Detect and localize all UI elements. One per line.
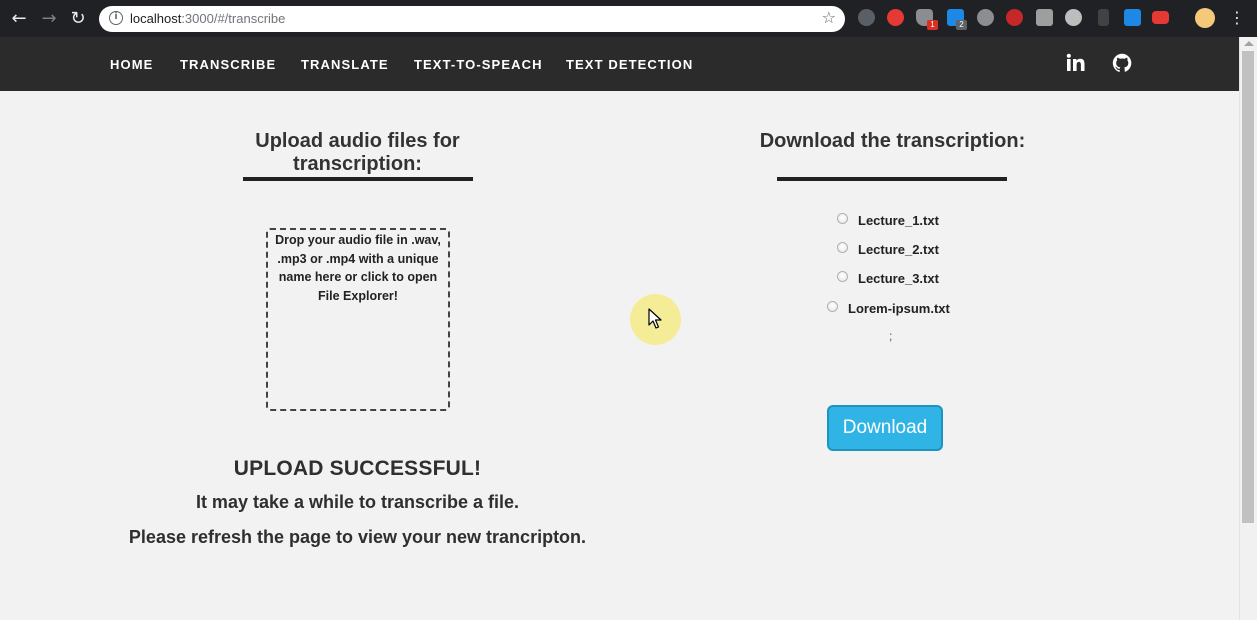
window-extension-icon[interactable] [1036,9,1053,26]
profile-avatar-icon[interactable] [1195,8,1215,28]
linkedin-icon[interactable] [1066,53,1086,73]
extension-badge-1: 1 [927,20,938,30]
download-button[interactable]: Download [827,405,943,451]
nav-link-transcribe[interactable]: TRANSCRIBE [180,57,276,72]
file-label[interactable]: Lorem-ipsum.txt [848,301,950,316]
dropzone-text: Drop your audio file in .wav, .mp3 or .m… [275,233,441,303]
audio-dropzone[interactable]: Drop your audio file in .wav, .mp3 or .m… [266,228,450,411]
forward-arrow-icon[interactable]: → [38,8,60,30]
download-heading: Download the transcription: [759,130,1026,152]
file-radio[interactable] [837,271,848,282]
browser-toolbar: ← → ↻ i localhost:3000/#/transcribe ☆ 1 … [0,0,1257,37]
ublock-extension-icon[interactable] [1006,9,1023,26]
download-divider [777,177,1007,181]
page-scrollbar[interactable] [1239,37,1257,620]
upload-status-line-2: Please refresh the page to view your new… [128,527,587,547]
file-label[interactable]: Lecture_2.txt [858,242,939,257]
github-icon[interactable] [1112,53,1132,73]
lock-extension-icon[interactable] [1098,9,1109,26]
upload-success-title: UPLOAD SUCCESSFUL! [233,457,482,480]
file-label[interactable]: Lecture_1.txt [858,213,939,228]
extension-badge-2: 2 [956,20,967,30]
upload-divider [243,177,473,181]
file-label[interactable]: Lecture_3.txt [858,271,939,286]
address-bar[interactable]: i localhost:3000/#/transcribe ☆ [99,6,845,32]
mouse-cursor-icon [648,308,662,330]
site-navbar: HOME TRANSCRIBE TRANSLATE TEXT-TO-SPEACH… [0,37,1239,91]
file-radio[interactable] [837,242,848,253]
file-radio[interactable] [837,213,848,224]
blue-extension-icon[interactable] [1124,9,1141,26]
cloud-extension-icon[interactable] [977,9,994,26]
list-separator: ; [889,329,893,343]
scroll-up-arrow-icon[interactable] [1244,41,1254,46]
back-arrow-icon[interactable]: ← [8,8,30,30]
nav-link-text-to-speach[interactable]: TEXT-TO-SPEACH [414,57,543,72]
menu-kebab-icon[interactable]: ⋮ [1229,8,1245,28]
file-radio[interactable] [827,301,838,312]
scrollbar-thumb[interactable] [1242,51,1254,523]
upload-heading: Upload audio files for transcription: [255,130,460,175]
pocket-extension-icon[interactable] [858,9,875,26]
url-host: localhost [130,11,182,26]
chat-extension-icon[interactable] [1065,9,1082,26]
url-path: :3000/#/transcribe [181,11,286,26]
adblock-extension-icon[interactable] [887,9,904,26]
upload-status-line-1: It may take a while to transcribe a file… [195,492,520,512]
youtube-extension-icon[interactable] [1152,11,1169,24]
nav-link-home[interactable]: HOME [110,57,153,72]
address-url[interactable]: localhost:3000/#/transcribe [130,11,285,26]
bookmark-star-icon[interactable]: ☆ [822,8,836,27]
info-icon[interactable]: i [109,11,123,25]
reload-icon[interactable]: ↻ [67,8,89,30]
nav-link-translate[interactable]: TRANSLATE [301,57,389,72]
nav-link-text-detection[interactable]: TEXT DETECTION [566,57,693,72]
